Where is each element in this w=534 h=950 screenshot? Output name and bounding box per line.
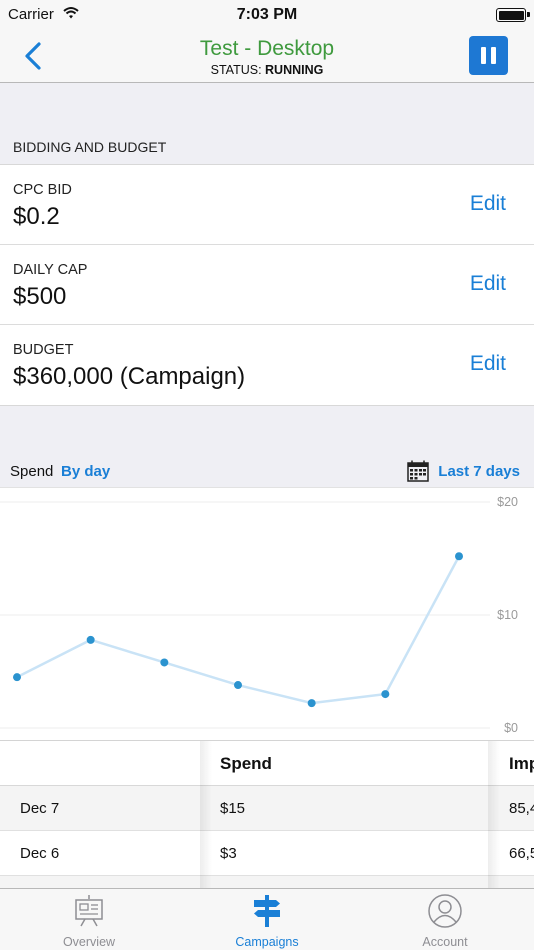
- budget-value: $360,000 (Campaign): [13, 363, 246, 390]
- person-icon: [428, 894, 462, 928]
- status-value: RUNNING: [265, 63, 324, 77]
- signpost-icon: [254, 895, 280, 927]
- cpc-bid-row: CPC BID $0.2 Edit: [0, 165, 534, 245]
- date-range-selector[interactable]: Last 7 days: [438, 463, 520, 480]
- tab-overview[interactable]: Overview: [0, 889, 178, 950]
- tab-campaigns-label: Campaigns: [235, 935, 299, 949]
- bidding-section-title: BIDDING AND BUDGET: [13, 139, 167, 155]
- spend-data-point[interactable]: [307, 699, 316, 708]
- spend-chart-svg: $0 $10 $20: [0, 495, 518, 735]
- table-row: [0, 876, 534, 888]
- status-prefix: STATUS:: [210, 63, 262, 77]
- tab-overview-label: Overview: [62, 935, 116, 949]
- column-divider: [488, 741, 500, 888]
- table-header-impressions[interactable]: Imp: [509, 741, 534, 786]
- daily-cap-row: DAILY CAP $500 Edit: [0, 245, 534, 325]
- spend-data-point[interactable]: [13, 673, 21, 682]
- table-cell-spend: $15: [220, 800, 246, 817]
- spend-data-point[interactable]: [160, 658, 169, 667]
- table-header-spend[interactable]: Spend: [220, 741, 272, 786]
- y-tick-label: $0: [504, 721, 518, 735]
- spend-mode-selector[interactable]: By day: [61, 463, 110, 480]
- column-divider: [200, 741, 212, 888]
- spend-chart: $0 $10 $20: [0, 487, 534, 740]
- budget-row: BUDGET $360,000 (Campaign) Edit: [0, 325, 534, 405]
- table-cell-spend: $3: [220, 845, 237, 862]
- budget-label: BUDGET: [13, 342, 74, 358]
- table-cell-impressions: 85,4: [509, 800, 534, 817]
- spend-label: Spend: [10, 463, 54, 480]
- table-cell-date: Dec 6: [20, 845, 60, 862]
- pause-button[interactable]: [469, 36, 508, 75]
- spend-data-point[interactable]: [381, 690, 390, 699]
- presentation-icon: [75, 895, 103, 927]
- status-bar: Carrier 7:03 PM: [0, 0, 534, 30]
- tab-account[interactable]: Account: [356, 889, 534, 950]
- spend-data-point[interactable]: [455, 552, 463, 561]
- bidding-list: CPC BID $0.2 Edit DAILY CAP $500 Edit BU…: [0, 164, 534, 406]
- daily-cap-value: $500: [13, 283, 67, 310]
- calendar-icon[interactable]: [407, 460, 429, 482]
- daily-cap-label: DAILY CAP: [13, 262, 88, 278]
- table-row: Dec 6 $3 66,5: [0, 831, 534, 876]
- spend-toolbar: Spend By day Last 7 days: [0, 458, 534, 486]
- table-cell-impressions: 66,5: [509, 845, 534, 862]
- edit-cpc-bid-button[interactable]: Edit: [470, 192, 506, 216]
- tab-bar: Overview Campaigns Account: [0, 888, 534, 950]
- spend-table: Spend Imp Dec 7 $15 85,4 Dec 6 $3 66,5: [0, 740, 534, 888]
- table-cell-date: Dec 7: [20, 800, 60, 817]
- tab-campaigns[interactable]: Campaigns: [178, 889, 356, 950]
- navigation-bar: Test - Desktop STATUS: RUNNING: [0, 30, 534, 83]
- cpc-bid-value: $0.2: [13, 203, 60, 230]
- table-row: Dec 7 $15 85,4: [0, 786, 534, 831]
- campaign-status: STATUS: RUNNING: [0, 63, 534, 77]
- y-tick-label: $20: [497, 495, 518, 509]
- edit-daily-cap-button[interactable]: Edit: [470, 272, 506, 296]
- campaign-title: Test - Desktop: [199, 37, 335, 60]
- cpc-bid-label: CPC BID: [13, 182, 72, 198]
- table-header-row: Spend Imp: [0, 741, 534, 786]
- battery-icon: [496, 8, 530, 22]
- edit-budget-button[interactable]: Edit: [470, 352, 506, 376]
- y-tick-label: $10: [497, 608, 518, 622]
- spend-data-point[interactable]: [86, 635, 95, 644]
- clock: 7:03 PM: [236, 6, 298, 23]
- spend-data-point[interactable]: [234, 681, 242, 690]
- tab-account-label: Account: [422, 935, 468, 949]
